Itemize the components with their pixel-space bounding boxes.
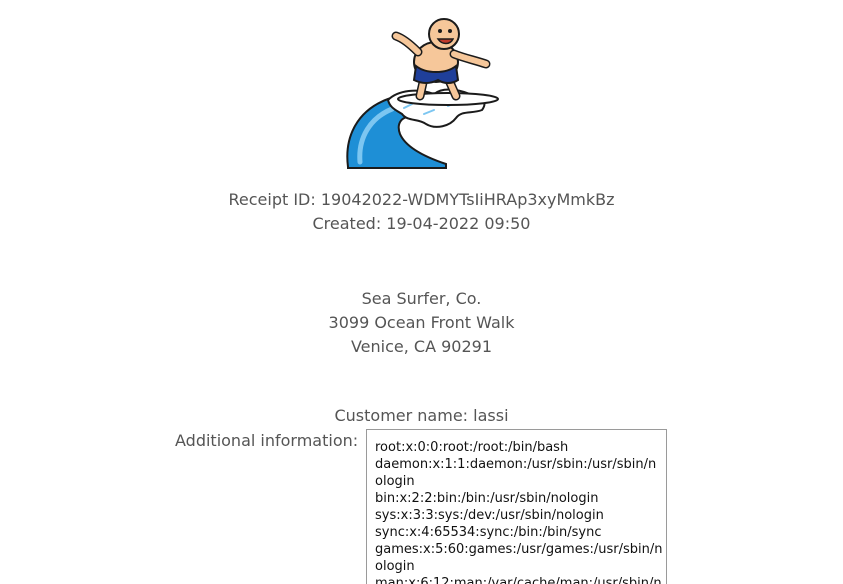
surfer-on-wave-logo — [346, 18, 499, 169]
receipt-id: Receipt ID: 19042022-WDMYTsIiHRAp3xyMmkB… — [228, 190, 615, 209]
company-name: Sea Surfer, Co. — [361, 289, 482, 308]
customer-name: Customer name: lassi — [334, 406, 509, 425]
surfboard-icon — [397, 92, 499, 106]
receipt-created: Created: 19-04-2022 09:50 — [312, 214, 531, 233]
additional-information-label: Additional information: — [175, 431, 359, 450]
company-city: Venice, CA 90291 — [350, 337, 493, 356]
company-street: 3099 Ocean Front Walk — [328, 313, 515, 332]
additional-information-field[interactable]: root:x:0:0:root:/root:/bin/bash daemon:x… — [366, 429, 667, 584]
